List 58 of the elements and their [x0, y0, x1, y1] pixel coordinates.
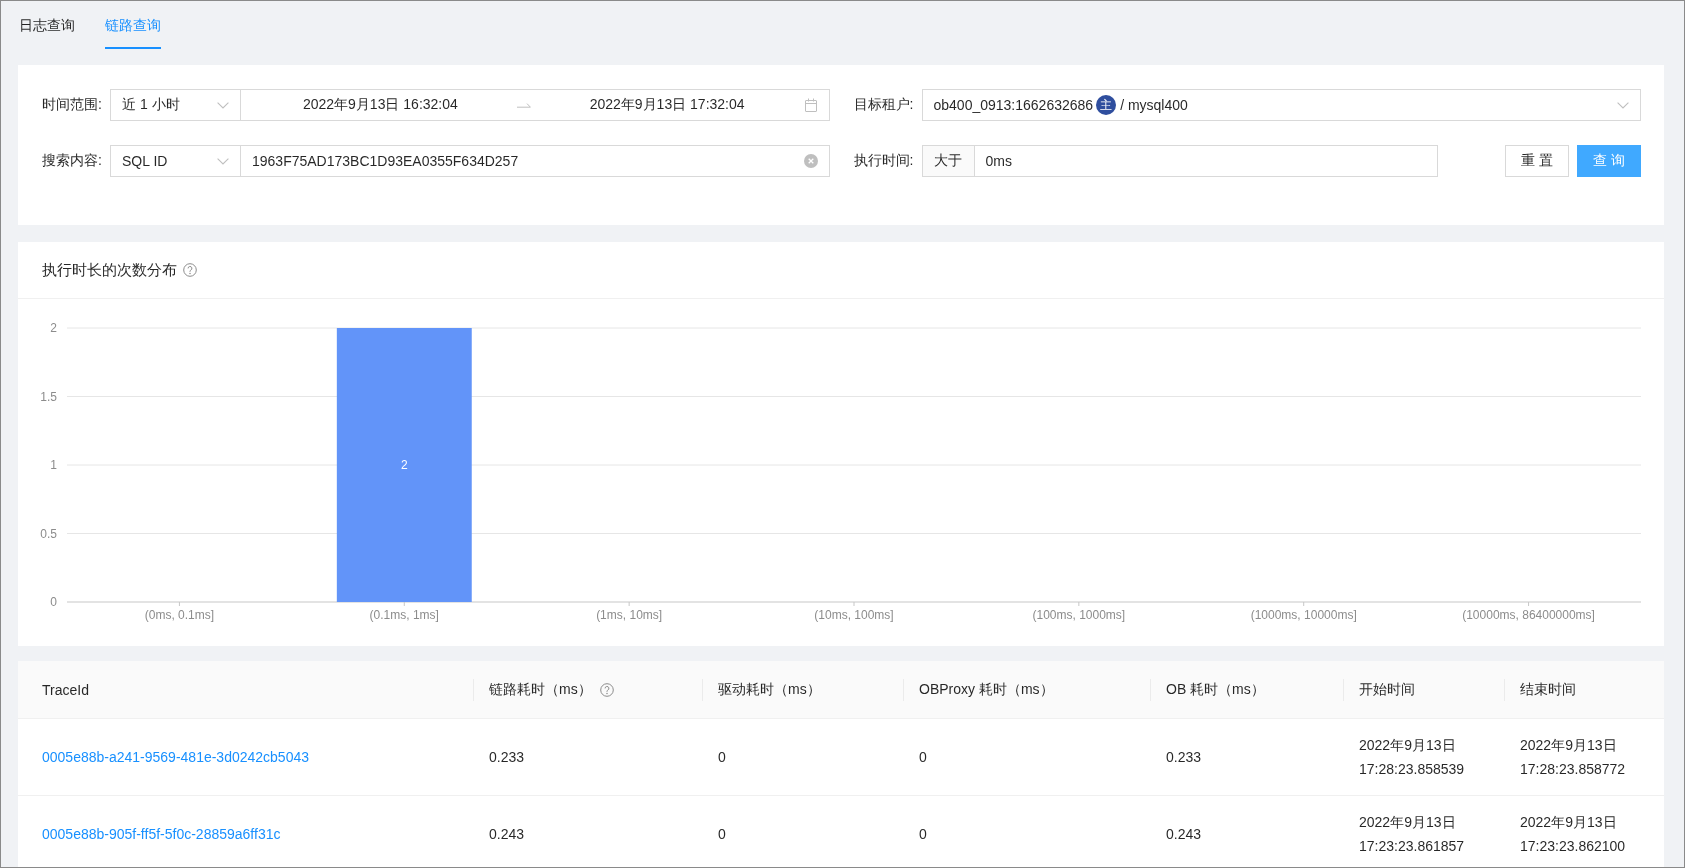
table-cell: 0	[903, 718, 1150, 796]
form-label: 目标租户:	[853, 96, 915, 114]
help-icon[interactable]	[183, 263, 197, 277]
clear-icon[interactable]	[803, 154, 818, 168]
y-axis-label: 0	[50, 595, 57, 609]
table-cell: 2022年9月13日 17:23:23.862100	[1504, 795, 1664, 867]
y-axis-label: 1.5	[40, 389, 57, 404]
exec-time-input[interactable]: 0ms	[973, 145, 1438, 177]
table-cell: 0.233	[1150, 718, 1343, 796]
x-axis-label: (10ms, 100ms]	[814, 608, 894, 622]
form-label: 搜索内容:	[42, 152, 103, 170]
sql-id-input[interactable]: 1963F75AD173BC1D93EA0355F634D257	[240, 145, 830, 177]
table-cell: 2022年9月13日 17:28:23.858539	[1343, 718, 1504, 796]
column-title: 开始时间	[1359, 680, 1415, 699]
time-range-select[interactable]: 近 1 小时	[110, 89, 241, 121]
form-label: 执行时间:	[853, 152, 915, 170]
table-cell: 0.243	[1150, 795, 1343, 867]
reset-button[interactable]: 重 置	[1505, 145, 1569, 177]
table-cell: 2022年9月13日 17:28:23.858772	[1504, 718, 1664, 796]
x-axis-label: (0ms, 0.1ms]	[144, 608, 215, 622]
column-title: OB 耗时（ms）	[1166, 680, 1265, 699]
table-cell: 0.233	[473, 718, 702, 796]
tenant-name: ob400_0913:1662632686	[933, 97, 1094, 113]
table-cell: 0.243	[473, 795, 702, 867]
x-axis-label: (1ms, 10ms]	[596, 608, 663, 622]
table-cell: 0	[702, 795, 903, 867]
column-title: TraceId	[42, 681, 89, 698]
y-axis-label: 2	[50, 321, 57, 335]
y-axis-label: 0.5	[40, 526, 57, 541]
table-cell: 0	[903, 795, 1150, 867]
table-cell: 0	[702, 718, 903, 796]
database-name: / mysql400	[1120, 97, 1188, 113]
chevron-down-icon	[217, 157, 229, 165]
start-time-input[interactable]: 2022年9月13日 16:32:04	[252, 96, 509, 114]
x-axis-label: (0.1ms, 1ms]	[369, 608, 439, 622]
tab[interactable]: 日志查询	[19, 1, 75, 49]
x-axis-label: (10000ms, 86400000ms]	[1462, 608, 1595, 622]
y-axis-label: 1	[50, 458, 57, 472]
x-axis-label: (100ms, 1000ms]	[1032, 608, 1126, 622]
column-title: 链路耗时（ms）	[489, 680, 592, 699]
operator-addon: 大于	[921, 145, 975, 177]
form-label: 时间范围:	[42, 96, 103, 114]
chevron-down-icon	[1617, 101, 1629, 109]
date-range-picker[interactable]: 2022年9月13日 16:32:04 2022年9月13日 17:32:04	[240, 89, 830, 121]
chevron-down-icon	[217, 101, 229, 109]
bar-value-label: 2	[400, 458, 408, 472]
role-badge: 主	[1096, 95, 1117, 115]
help-icon[interactable]	[599, 682, 614, 697]
search-type-select[interactable]: SQL ID	[110, 145, 241, 177]
column-title: 结束时间	[1520, 680, 1576, 699]
table-cell: 2022年9月13日 17:23:23.861857	[1343, 795, 1504, 867]
x-axis-label: (1000ms, 10000ms]	[1250, 608, 1357, 622]
column-title: 驱动耗时（ms）	[718, 680, 821, 699]
calendar-icon	[803, 98, 818, 112]
chart-title: 执行时长的次数分布	[42, 260, 177, 280]
tenant-select[interactable]: ob400_0913:1662632686 主 / mysql400	[921, 89, 1641, 121]
end-time-input[interactable]: 2022年9月13日 17:32:04	[538, 96, 796, 114]
column-title: OBProxy 耗时（ms）	[919, 680, 1054, 699]
